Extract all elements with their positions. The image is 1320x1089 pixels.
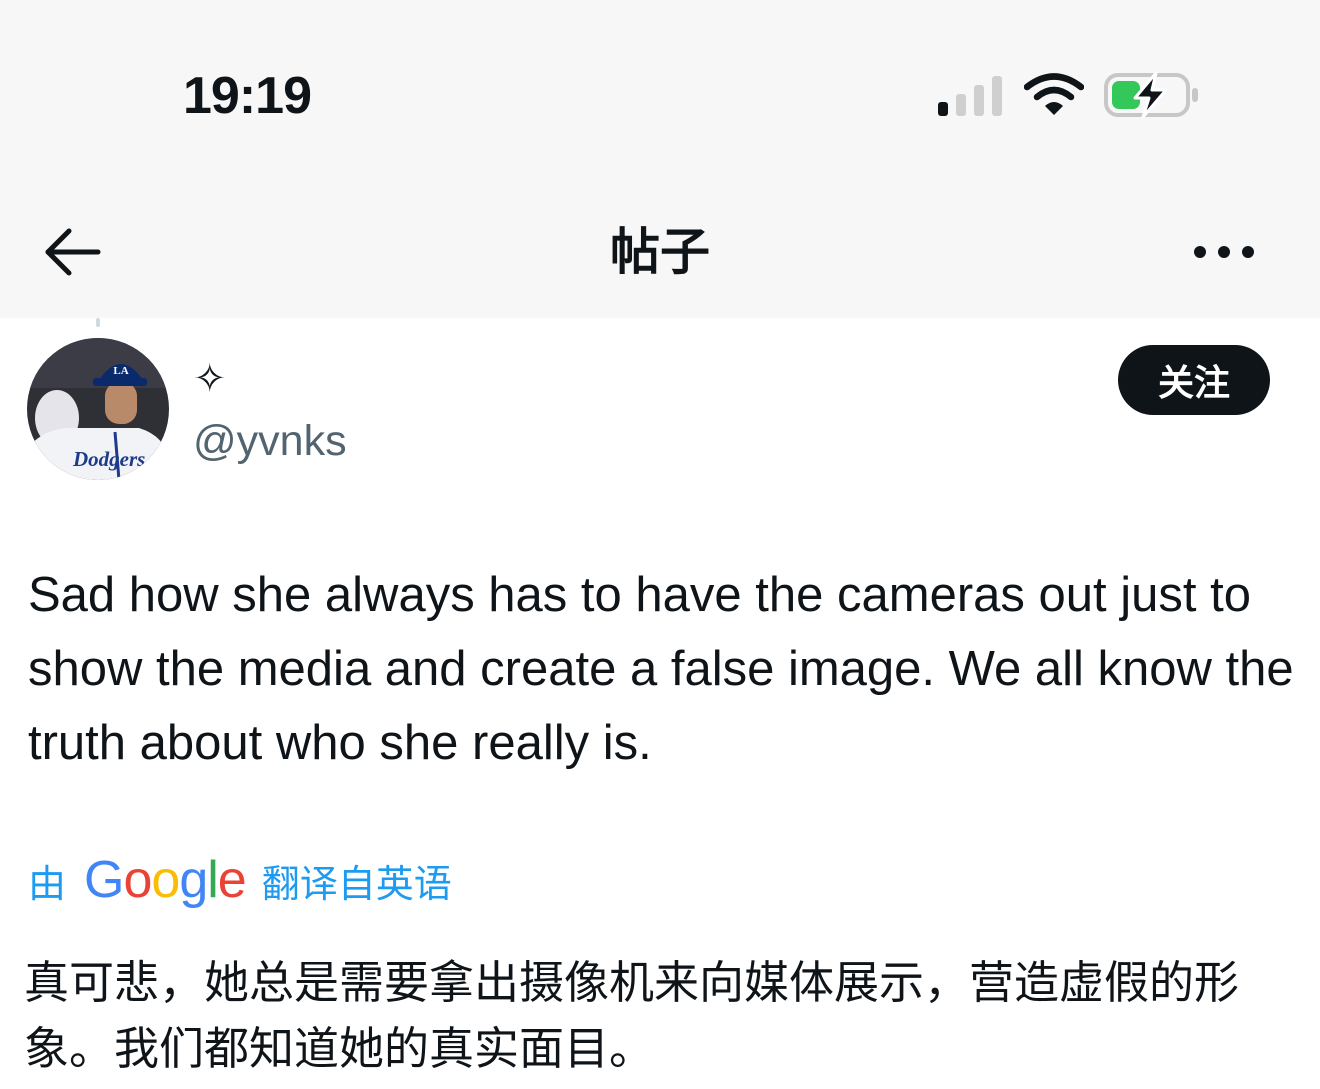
battery-charging-icon: [1104, 72, 1198, 118]
wifi-icon: [1024, 73, 1084, 115]
svg-text:LA: LA: [113, 365, 128, 377]
post-text: Sad how she always has to have the camer…: [28, 568, 1294, 770]
author-display-name[interactable]: ✧: [193, 352, 227, 406]
translation-attribution[interactable]: 由 Google 翻译自英语: [28, 850, 452, 910]
avatar[interactable]: LA Dodgers: [27, 338, 169, 480]
cellular-signal-icon: [938, 76, 1002, 116]
google-logo-letter: e: [217, 851, 247, 909]
page-title: 帖子: [610, 224, 710, 280]
google-logo-letter: g: [179, 851, 208, 909]
thread-line: [96, 318, 100, 327]
more-options-icon[interactable]: [1190, 232, 1258, 272]
avatar-image: LA Dodgers: [27, 338, 169, 480]
translate-from-label: 翻译自英语: [261, 861, 452, 906]
google-logo-letter: o: [123, 851, 152, 909]
follow-button[interactable]: 关注: [1118, 345, 1270, 415]
status-time: 19:19: [183, 67, 312, 125]
google-logo-icon: Google: [84, 850, 247, 910]
google-logo-letter: l: [207, 851, 219, 909]
google-logo-letter: o: [151, 851, 180, 909]
translate-by-label: 由: [28, 861, 67, 906]
translated-post-text: 真可悲，她总是需要拿出摄像机来向媒体展示，营造虚假的形象。我们都知道她的真实面目…: [24, 956, 1240, 1075]
author-handle[interactable]: @yvnks: [193, 414, 347, 468]
google-logo-letter: G: [84, 851, 124, 909]
avatar-jersey-text: Dodgers: [72, 447, 145, 471]
